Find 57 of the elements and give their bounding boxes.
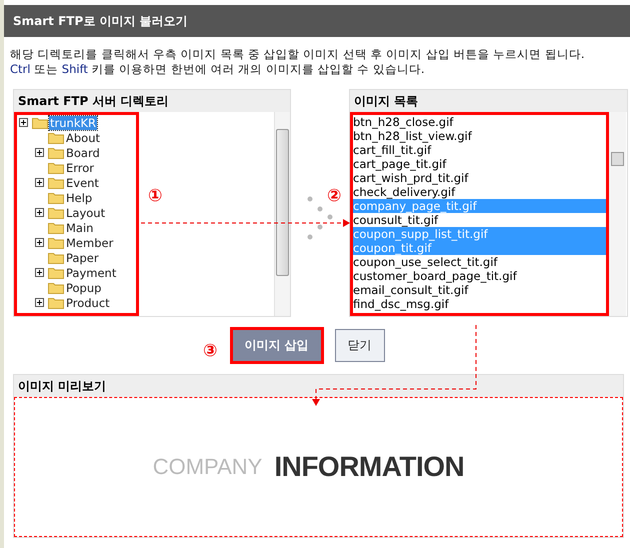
insert-image-button[interactable]: 이미지 삽입	[230, 327, 324, 364]
tree-item[interactable]: Main	[65, 220, 94, 234]
expand-icon[interactable]	[35, 148, 44, 157]
folder-icon	[48, 296, 64, 309]
image-list-item[interactable]: coupon_use_select_tit.gif	[353, 255, 606, 269]
image-list-item[interactable]: cart_fill_tit.gif	[353, 143, 606, 157]
image-list-item[interactable]: cart_page_tit.gif	[353, 157, 606, 171]
instruction-text: 해당 디렉토리를 클릭해서 우측 이미지 목록 중 삽입할 이미지 선택 후 이미지 삽입 버튼을 누르시면 됩니다.	[10, 47, 586, 62]
expand-icon[interactable]	[19, 118, 28, 127]
folder-icon	[48, 221, 64, 234]
panel-title: 이미지 미리보기	[17, 378, 108, 395]
step-marker: ②	[327, 187, 342, 205]
tree-item[interactable]: Event	[65, 176, 100, 190]
preview-text: COMPANY	[152, 454, 262, 480]
close-button[interactable]: 닫기	[334, 329, 384, 362]
image-list-item[interactable]: email_consult_tit.gif	[353, 283, 606, 297]
image-list-item[interactable]: cart_wish_prd_tit.gif	[353, 171, 606, 185]
folder-icon	[32, 116, 48, 129]
tree-item[interactable]: Payment	[65, 266, 118, 280]
expand-icon[interactable]	[35, 268, 44, 277]
folder-icon	[48, 206, 64, 219]
image-list-item[interactable]: btn_h28_list_view.gif	[353, 129, 606, 143]
tree-item[interactable]: Layout	[65, 206, 106, 220]
preview-text: INFORMATION	[274, 451, 464, 483]
expand-icon[interactable]	[35, 208, 44, 217]
tree-item[interactable]: Member	[65, 236, 114, 250]
tree-item[interactable]: Popup	[65, 280, 102, 294]
folder-icon	[48, 236, 64, 249]
image-list-item[interactable]: check_delivery.gif	[353, 185, 606, 199]
step-marker: ①	[148, 187, 162, 205]
expand-icon[interactable]	[35, 238, 44, 247]
tree-item[interactable]: Board	[65, 146, 101, 160]
expand-icon[interactable]	[35, 178, 44, 187]
tree-item[interactable]: Product	[65, 296, 111, 310]
folder-icon	[48, 146, 64, 159]
tree-item[interactable]: Paper	[65, 250, 100, 264]
image-list-item[interactable]: btn_h28_close.gif	[353, 115, 606, 129]
panel-title: 이미지 목록	[353, 93, 420, 110]
scrollbar[interactable]	[609, 112, 626, 316]
tree-item[interactable]: Error	[65, 160, 96, 174]
folder-icon	[48, 191, 64, 204]
folder-icon	[48, 251, 64, 264]
panel-title: Smart FTP 서버 디렉토리	[17, 93, 170, 110]
folder-icon	[48, 266, 64, 279]
image-list-item[interactable]: customer_board_page_tit.gif	[353, 269, 606, 283]
tree-item[interactable]: About	[65, 130, 102, 144]
instruction-text: Ctrl 또는 Shift 키를 이용하면 한번에 여러 개의 이미지를 삽입할 수 있습니다.	[10, 62, 426, 77]
scrollbar[interactable]	[274, 112, 290, 316]
expand-icon[interactable]	[35, 298, 44, 307]
image-list-item[interactable]: counsult_tit.gif	[353, 213, 606, 227]
folder-icon	[48, 176, 64, 189]
image-list-item[interactable]: find_dsc_msg.gif	[353, 297, 606, 311]
folder-icon	[48, 281, 64, 294]
folder-icon	[48, 161, 64, 174]
window-title: Smart FTP로 이미지 불러오기	[4, 5, 630, 37]
tree-item[interactable]: Help	[65, 190, 94, 204]
step-marker: ③	[203, 342, 218, 360]
